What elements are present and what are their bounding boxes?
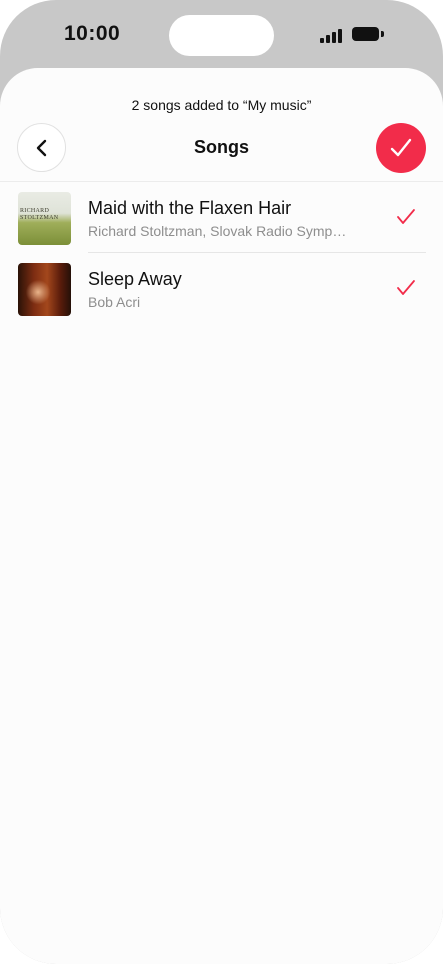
album-art: RICHARD STOLTZMAN xyxy=(18,192,71,245)
song-title: Maid with the Flaxen Hair xyxy=(88,198,292,218)
cellular-signal-icon xyxy=(320,29,344,43)
song-list: RICHARD STOLTZMAN Maid with the Flaxen H… xyxy=(0,182,443,324)
songs-sheet: 2 songs added to “My music” Songs RICHAR… xyxy=(0,68,443,964)
selected-check-icon xyxy=(397,209,415,224)
done-button[interactable] xyxy=(376,123,426,173)
dynamic-island xyxy=(169,15,274,56)
album-art-text: RICHARD STOLTZMAN xyxy=(20,208,59,221)
selected-check-icon xyxy=(397,280,415,295)
phone-frame: 10:00 2 songs added to “My music” Songs xyxy=(0,0,443,964)
battery-tip xyxy=(381,31,384,37)
status-time: 10:00 xyxy=(64,22,121,45)
song-artist: Bob Acri xyxy=(88,294,141,310)
battery-icon xyxy=(352,27,379,41)
added-banner: 2 songs added to “My music” xyxy=(131,97,312,113)
status-bar: 10:00 xyxy=(0,0,443,70)
song-title: Sleep Away xyxy=(88,269,182,289)
song-row[interactable]: Sleep Away Bob Acri xyxy=(0,253,443,324)
checkmark-icon xyxy=(390,138,412,157)
song-artist: Richard Stoltzman, Slovak Radio Symp… xyxy=(88,223,347,239)
song-row[interactable]: RICHARD STOLTZMAN Maid with the Flaxen H… xyxy=(0,182,443,253)
album-art xyxy=(18,263,71,316)
